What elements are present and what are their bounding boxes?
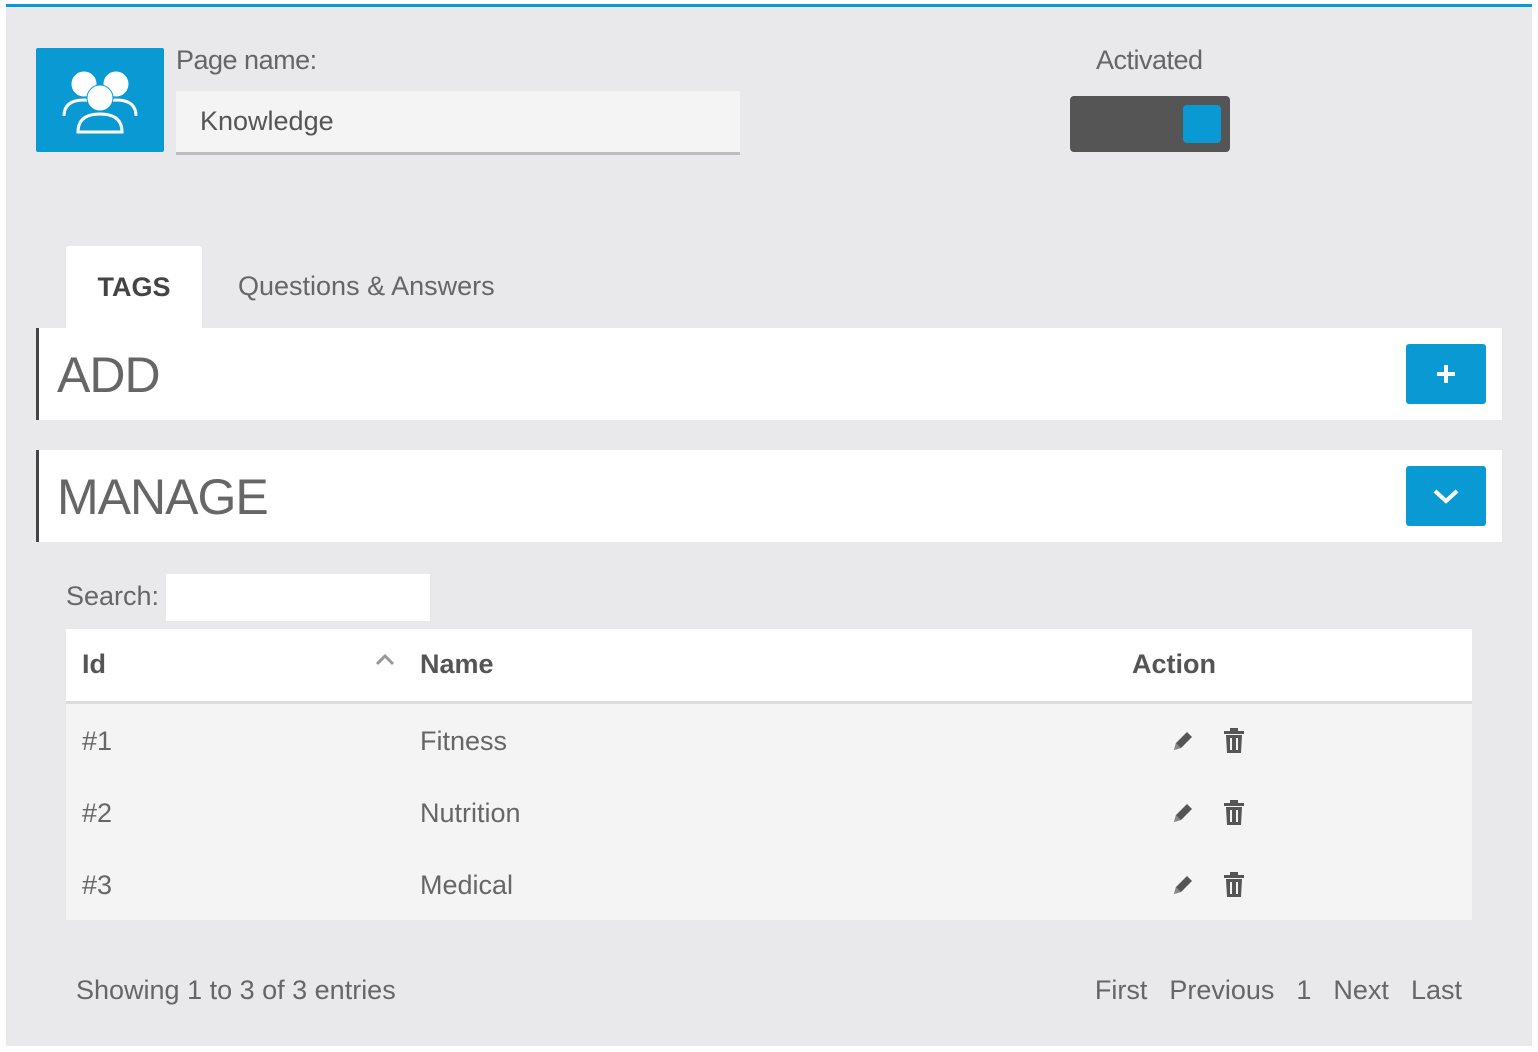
row-id: #3 [82, 870, 113, 900]
page-name-label: Page name: [176, 45, 317, 75]
table-info: Showing 1 to 3 of 3 entries [76, 975, 396, 1005]
tab-tags[interactable]: TAGS [66, 246, 202, 328]
table-row: #1 Fitness [66, 704, 1472, 776]
manage-panel-title: MANAGE [57, 469, 269, 525]
row-name: Nutrition [420, 798, 521, 828]
chevron-down-icon [1433, 489, 1459, 504]
pencil-icon[interactable] [1170, 872, 1196, 898]
row-id: #1 [82, 726, 113, 756]
users-group-icon [36, 48, 164, 152]
pagination: First Previous 1 Next Last [1095, 975, 1462, 1006]
table-header: Id Name Action [66, 629, 1472, 704]
manage-panel: MANAGE [36, 450, 1502, 542]
sort-ascending-icon[interactable] [374, 653, 396, 667]
pager-page-1[interactable]: 1 [1296, 975, 1311, 1006]
add-panel: ADD [36, 328, 1502, 420]
pager-last[interactable]: Last [1411, 975, 1462, 1006]
search-label: Search: [66, 581, 160, 611]
row-name: Fitness [420, 726, 508, 756]
table-row: #2 Nutrition [66, 776, 1472, 848]
toggle-knob [1183, 105, 1221, 143]
column-header-name[interactable]: Name [420, 649, 494, 680]
pencil-icon[interactable] [1170, 800, 1196, 826]
trash-icon[interactable] [1222, 800, 1246, 826]
row-id: #2 [82, 798, 113, 828]
add-button[interactable] [1406, 344, 1486, 404]
tags-table: Id Name Action #1 Fitness #2 Nutrition #… [66, 629, 1472, 920]
table-body: #1 Fitness #2 Nutrition #3 Medical [66, 704, 1472, 920]
tab-questions-answers[interactable]: Questions & Answers [238, 271, 495, 302]
row-name: Medical [420, 870, 514, 900]
trash-icon[interactable] [1222, 872, 1246, 898]
manage-toggle-button[interactable] [1406, 466, 1486, 526]
pager-next[interactable]: Next [1333, 975, 1389, 1006]
column-header-action: Action [1132, 649, 1216, 679]
pager-previous[interactable]: Previous [1169, 975, 1274, 1006]
plus-icon [1437, 365, 1455, 383]
pencil-icon[interactable] [1170, 728, 1196, 754]
search-input[interactable] [166, 574, 430, 621]
pager-first[interactable]: First [1095, 975, 1147, 1006]
add-panel-title: ADD [57, 347, 161, 403]
page-name-input[interactable] [176, 91, 740, 155]
column-header-id[interactable]: Id [82, 649, 106, 680]
table-row: #3 Medical [66, 848, 1472, 920]
activated-toggle[interactable] [1070, 96, 1230, 152]
activated-label: Activated [1096, 45, 1203, 75]
trash-icon[interactable] [1222, 728, 1246, 754]
main-frame: Page name: Activated TAGS Questions & An… [6, 4, 1532, 1046]
